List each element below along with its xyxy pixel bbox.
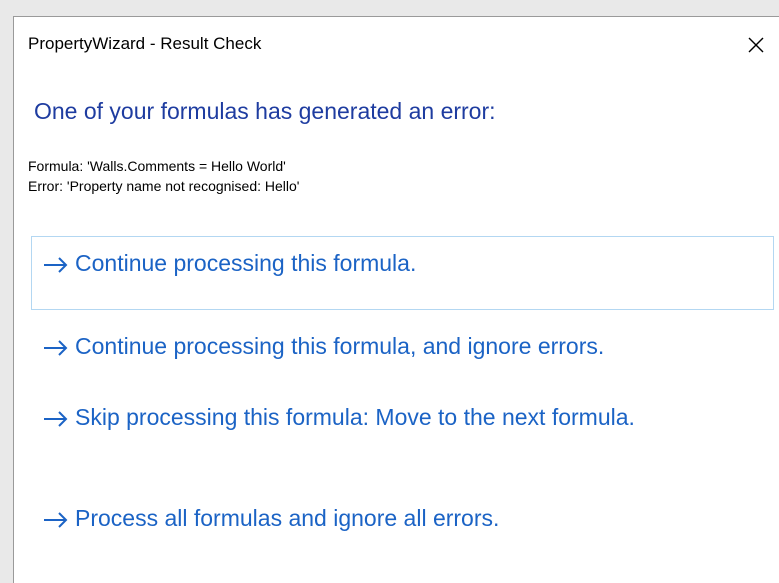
result-check-dialog: PropertyWizard - Result Check One of you… xyxy=(13,16,779,583)
continue-ignore-errors-button[interactable]: Continue processing this formula, and ig… xyxy=(31,319,774,381)
command-label: Continue processing this formula, and ig… xyxy=(75,333,605,359)
process-all-ignore-errors-button[interactable]: Process all formulas and ignore all erro… xyxy=(31,491,774,553)
error-details: Formula: 'Walls.Comments = Hello World' … xyxy=(28,156,299,196)
formula-line: Formula: 'Walls.Comments = Hello World' xyxy=(28,158,286,174)
arrow-right-icon xyxy=(44,340,68,356)
close-icon xyxy=(748,37,764,53)
title-bar: PropertyWizard - Result Check xyxy=(14,17,779,73)
arrow-right-icon xyxy=(44,257,68,273)
arrow-right-icon xyxy=(44,512,68,528)
command-label: Process all formulas and ignore all erro… xyxy=(75,505,500,531)
arrow-right-icon xyxy=(44,411,68,427)
skip-formula-button[interactable]: Skip processing this formula: Move to th… xyxy=(31,390,774,482)
command-label: Continue processing this formula. xyxy=(75,250,417,276)
continue-formula-button[interactable]: Continue processing this formula. xyxy=(31,236,774,310)
window-title: PropertyWizard - Result Check xyxy=(28,34,262,53)
close-button[interactable] xyxy=(733,17,779,73)
command-label: Skip processing this formula: Move to th… xyxy=(75,404,635,430)
main-instruction: One of your formulas has generated an er… xyxy=(34,98,496,124)
error-line: Error: 'Property name not recognised: He… xyxy=(28,178,300,194)
